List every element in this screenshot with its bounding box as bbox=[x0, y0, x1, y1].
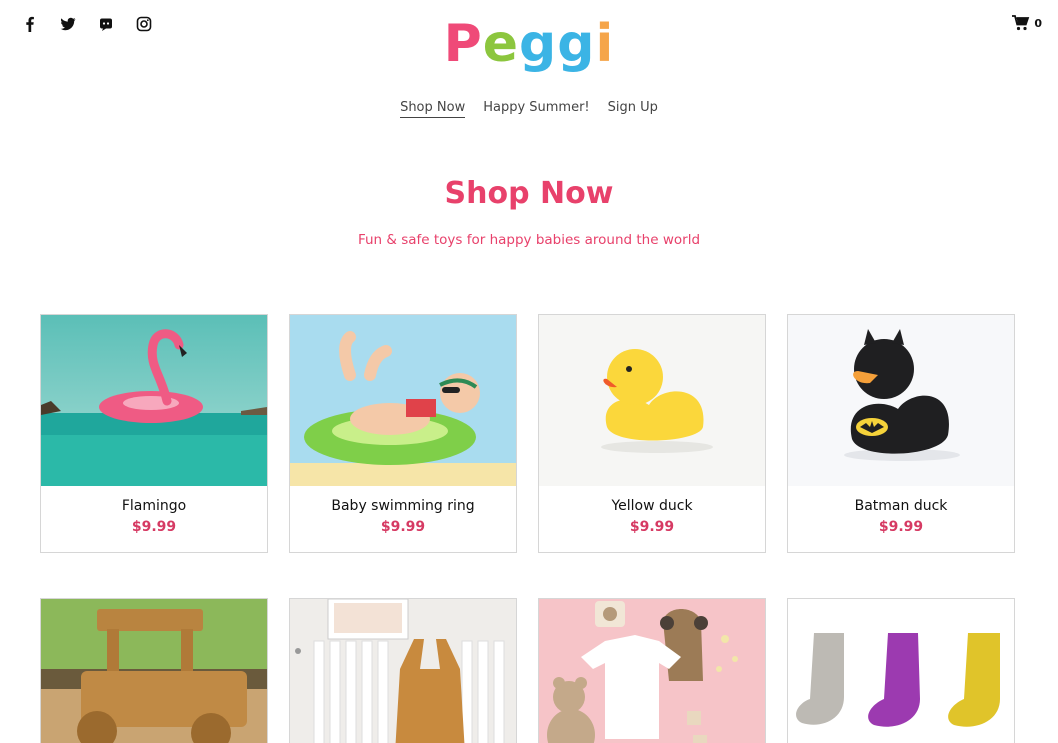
product-name: Batman duck bbox=[854, 498, 948, 514]
product-card-baby-swimming-ring[interactable]: Baby swimming ring $9.99 bbox=[289, 314, 517, 553]
product-image-batman-duck bbox=[788, 315, 1014, 486]
nav-item-sign-up[interactable]: Sign Up bbox=[608, 100, 658, 118]
product-name: Baby swimming ring bbox=[331, 498, 475, 514]
logo-letter: P bbox=[443, 14, 483, 74]
page-title: Shop Now bbox=[444, 176, 614, 211]
logo-letter: g bbox=[557, 14, 596, 74]
product-card-yellow-duck[interactable]: Yellow duck $9.99 bbox=[538, 314, 766, 553]
logo-letter: e bbox=[482, 14, 520, 74]
product-image-yellow-duck bbox=[539, 315, 765, 486]
product-card-batman-duck[interactable]: Batman duck $9.99 bbox=[787, 314, 1015, 553]
logo-text: Peggi bbox=[444, 18, 615, 70]
product-image-wooden-truck bbox=[41, 599, 267, 743]
product-card-overalls[interactable] bbox=[289, 598, 517, 743]
product-price: $9.99 bbox=[380, 519, 426, 535]
nav-item-shop-now[interactable]: Shop Now bbox=[400, 100, 466, 118]
product-price: $9.99 bbox=[878, 519, 924, 535]
product-card-wooden-truck[interactable] bbox=[40, 598, 268, 743]
logo-letter: i bbox=[595, 14, 615, 74]
product-name: Flamingo bbox=[121, 498, 187, 514]
nav-item-happy-summer[interactable]: Happy Summer! bbox=[483, 100, 589, 118]
product-card-baby-outfit[interactable] bbox=[538, 598, 766, 743]
product-price: $9.99 bbox=[629, 519, 675, 535]
logo-letter: g bbox=[519, 14, 558, 74]
product-image-baby-swimming-ring bbox=[290, 315, 516, 486]
main-nav: Shop Now Happy Summer! Sign Up bbox=[0, 100, 1058, 118]
product-image-socks bbox=[788, 599, 1014, 743]
product-image-overalls bbox=[290, 599, 516, 743]
product-image-flamingo bbox=[41, 315, 267, 486]
product-price: $9.99 bbox=[131, 519, 177, 535]
product-image-baby-outfit bbox=[539, 599, 765, 743]
product-card-flamingo[interactable]: Flamingo $9.99 bbox=[40, 314, 268, 553]
product-grid: Flamingo $9.99 Baby swimming ring $9.99 bbox=[40, 314, 1015, 743]
product-name: Yellow duck bbox=[611, 498, 693, 514]
page-subtitle: Fun & safe toys for happy babies around … bbox=[357, 232, 701, 248]
product-card-socks[interactable] bbox=[787, 598, 1015, 743]
logo[interactable]: Peggi bbox=[0, 18, 1058, 70]
